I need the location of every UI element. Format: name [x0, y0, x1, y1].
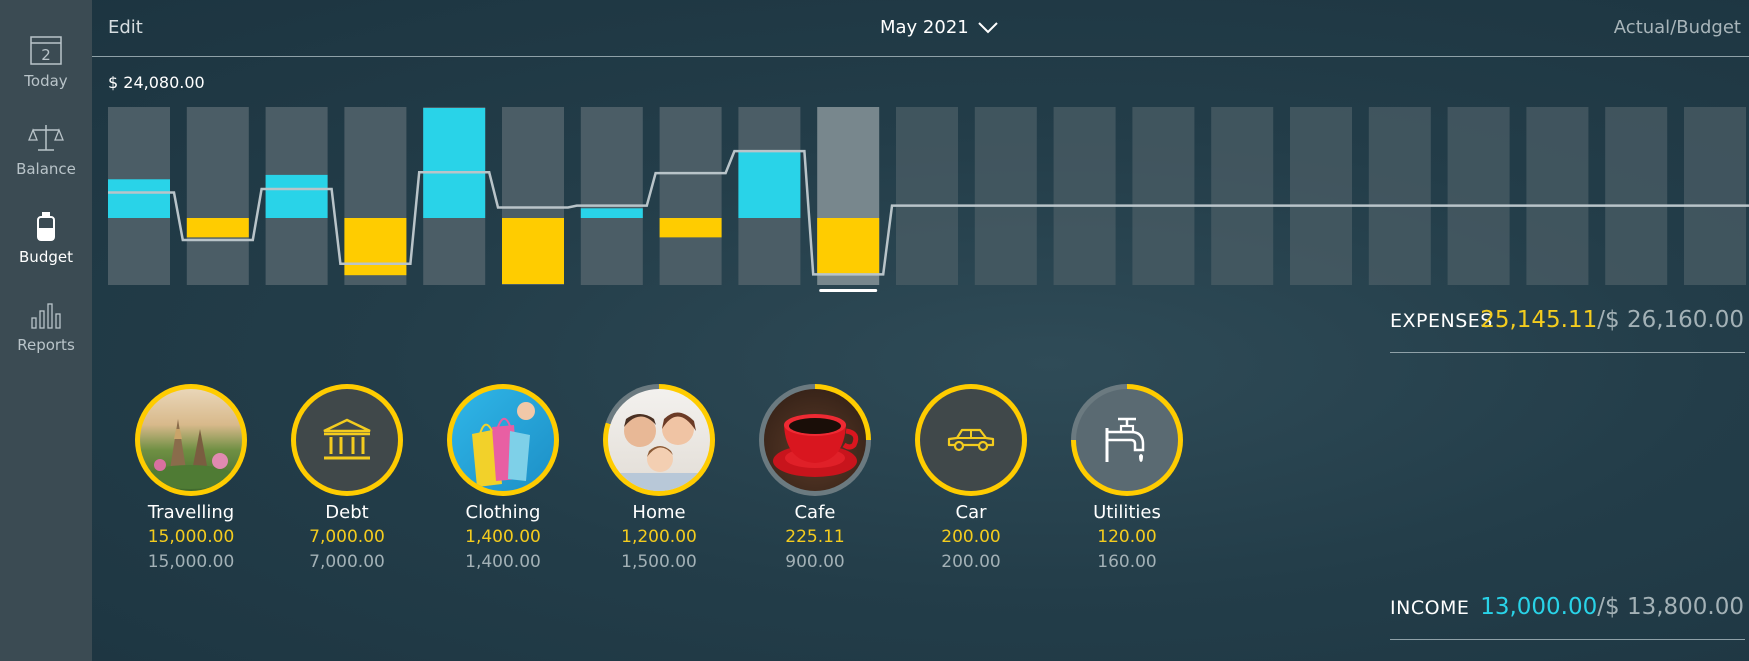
income-divider — [1390, 639, 1745, 640]
category-cafe[interactable]: Cafe 225.11 900.00 — [737, 384, 893, 572]
category-actual: 1,400.00 — [465, 527, 541, 547]
category-budget: 200.00 — [941, 552, 1001, 572]
coffee-cup-icon — [764, 389, 866, 491]
category-actual: 7,000.00 — [309, 527, 385, 547]
expenses-label: EXPENSES — [1390, 310, 1493, 332]
category-car[interactable]: Car 200.00 200.00 — [893, 384, 1049, 572]
expenses-actual: 25,145.11 — [1480, 307, 1598, 333]
expenses-value: 25,145.11/$ 26,160.00 — [1480, 307, 1744, 333]
category-actual: 120.00 — [1097, 527, 1157, 547]
category-name: Home — [632, 502, 686, 523]
month-bar-bg[interactable] — [1132, 107, 1195, 285]
expense-bar — [344, 218, 407, 276]
income-bar — [423, 108, 486, 218]
category-actual: 1,200.00 — [621, 527, 697, 547]
category-utilities[interactable]: Utilities 120.00 160.00 — [1049, 384, 1205, 572]
family-photo-icon — [608, 389, 710, 491]
income-bar — [738, 151, 801, 218]
category-budget: 1,500.00 — [621, 552, 697, 572]
category-debt[interactable]: Debt 7,000.00 7,000.00 — [269, 384, 425, 572]
month-bar-bg[interactable] — [1053, 107, 1116, 285]
monthly-chart — [108, 107, 1749, 292]
category-budget: 160.00 — [1097, 552, 1157, 572]
income-bar — [580, 208, 643, 218]
expense-bar — [817, 218, 880, 275]
category-home[interactable]: Home 1,200.00 1,500.00 — [581, 384, 737, 572]
progress-ring — [291, 384, 403, 496]
category-budget: 900.00 — [785, 552, 845, 572]
expense-bar — [659, 218, 722, 238]
category-budget: 15,000.00 — [147, 552, 235, 572]
income-budget: /$ 13,800.00 — [1597, 594, 1744, 620]
month-bar-bg[interactable] — [1605, 107, 1668, 285]
progress-ring — [759, 384, 871, 496]
month-bar-bg[interactable] — [1368, 107, 1431, 285]
month-bar-bg[interactable] — [1447, 107, 1510, 285]
progress-ring — [1071, 384, 1183, 496]
expense-bar — [502, 218, 564, 284]
income-label: INCOME — [1390, 597, 1470, 619]
travel-photo-icon — [140, 389, 242, 491]
income-value: 13,000.00/$ 13,800.00 — [1480, 594, 1744, 620]
category-actual: 15,000.00 — [147, 527, 235, 547]
progress-ring — [603, 384, 715, 496]
expense-bar — [186, 218, 249, 238]
income-actual: 13,000.00 — [1480, 594, 1598, 620]
month-bar-bg[interactable] — [1526, 107, 1589, 285]
category-actual: 225.11 — [785, 527, 845, 547]
income-bar — [108, 179, 170, 218]
sidebar-item-label: Reports — [17, 336, 75, 354]
income-bar — [265, 174, 328, 218]
category-name: Utilities — [1093, 502, 1161, 523]
bank-icon — [296, 389, 398, 491]
bar-chart-icon — [26, 294, 66, 334]
month-bar-bg[interactable] — [1211, 107, 1274, 285]
category-budget: 7,000.00 — [309, 552, 385, 572]
progress-ring — [135, 384, 247, 496]
water-tap-icon — [1076, 389, 1178, 491]
month-bar-bg[interactable] — [896, 107, 958, 285]
category-name: Travelling — [147, 502, 235, 523]
category-actual: 200.00 — [941, 527, 1001, 547]
month-bar-bg[interactable] — [186, 107, 249, 285]
category-name: Clothing — [465, 502, 541, 523]
category-travelling[interactable]: Travelling 15,000.00 15,000.00 — [113, 384, 269, 572]
category-budget: 1,400.00 — [465, 552, 541, 572]
progress-ring — [447, 384, 559, 496]
expenses-budget: /$ 26,160.00 — [1597, 307, 1744, 333]
expenses-divider — [1390, 352, 1745, 353]
category-name: Debt — [325, 502, 369, 523]
category-name: Cafe — [794, 502, 836, 523]
category-clothing[interactable]: Clothing 1,400.00 1,400.00 — [425, 384, 581, 572]
progress-ring — [915, 384, 1027, 496]
month-bar-bg[interactable] — [580, 107, 643, 285]
month-bar-bg[interactable] — [974, 107, 1037, 285]
shopping-bags-icon — [452, 389, 554, 491]
car-icon — [920, 389, 1022, 491]
month-bar-bg[interactable] — [659, 107, 722, 285]
month-bar-bg[interactable] — [1684, 107, 1746, 285]
selected-month-indicator — [819, 289, 878, 292]
category-name: Car — [955, 502, 987, 523]
month-bar-bg[interactable] — [1290, 107, 1352, 285]
